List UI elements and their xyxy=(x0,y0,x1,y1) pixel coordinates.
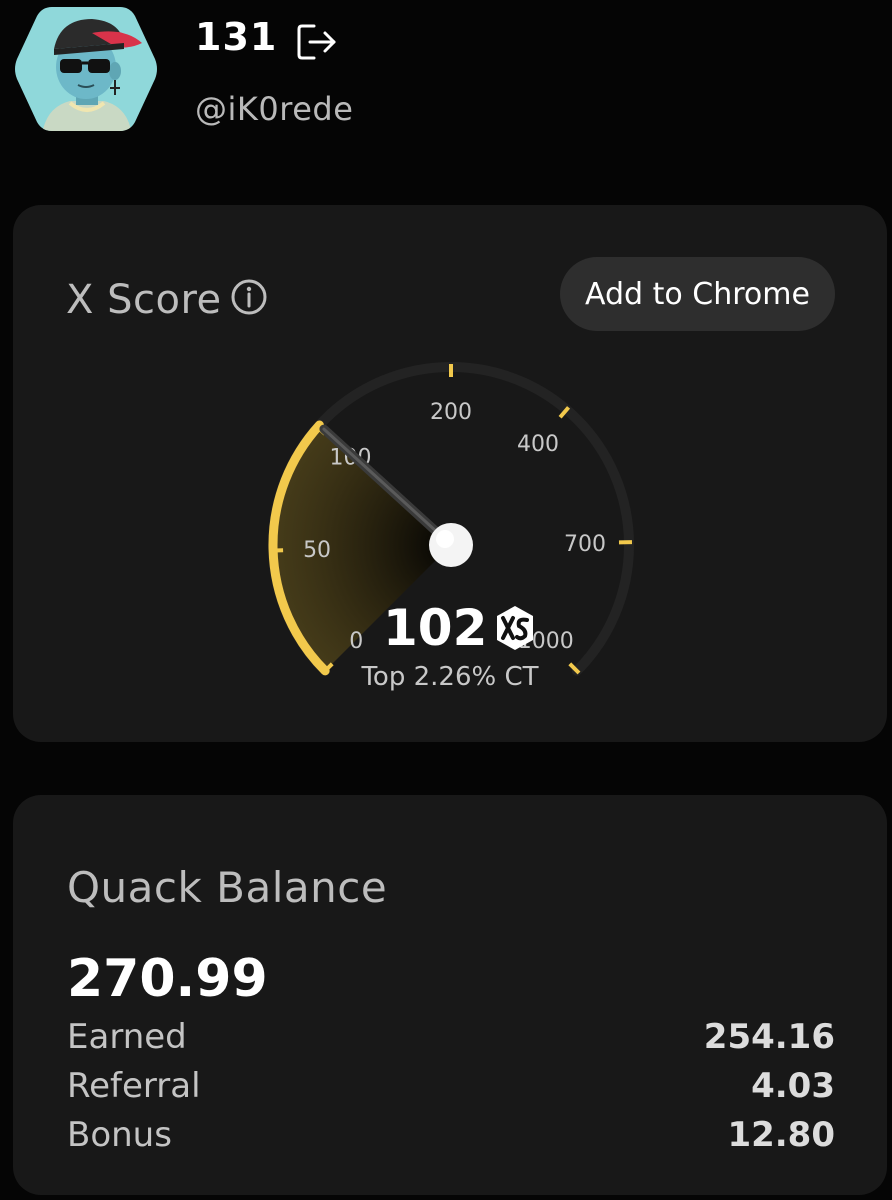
balance-row-label: Earned xyxy=(67,1017,187,1057)
balance-total: 270.99 xyxy=(67,949,268,1009)
gauge-tick-label: 50 xyxy=(303,538,331,563)
score-display: 102 xyxy=(383,599,537,657)
x-score-card: X Score Add to Chrome 050100200400700100… xyxy=(13,205,887,742)
gauge-tick-label: 400 xyxy=(517,432,559,457)
avatar[interactable] xyxy=(12,3,160,135)
balance-row-value: 254.16 xyxy=(703,1017,835,1057)
quack-balance-card: Quack Balance 270.99 Earned 254.16 Refer… xyxy=(13,795,887,1195)
score-value: 102 xyxy=(383,599,488,657)
balance-row-earned: Earned 254.16 xyxy=(67,1017,835,1057)
balance-row-value: 12.80 xyxy=(727,1115,835,1155)
avatar-image xyxy=(15,7,157,131)
gauge-tick-label: 200 xyxy=(430,400,472,425)
rank-text: Top 2.26% CT xyxy=(361,662,539,692)
balance-row-label: Referral xyxy=(67,1066,201,1106)
balance-row-bonus: Bonus 12.80 xyxy=(67,1115,835,1155)
user-handle: @iK0rede xyxy=(195,90,354,128)
balance-row-referral: Referral 4.03 xyxy=(67,1066,835,1106)
xs-logo-icon xyxy=(497,606,534,650)
balance-title: Quack Balance xyxy=(67,863,388,912)
gauge-tick-label: 0 xyxy=(349,629,363,654)
balance-row-label: Bonus xyxy=(67,1115,172,1155)
gauge-tick-label: 700 xyxy=(564,532,606,557)
logout-icon[interactable] xyxy=(296,22,340,62)
balance-row-value: 4.03 xyxy=(751,1066,835,1106)
username: 131 xyxy=(195,15,278,59)
